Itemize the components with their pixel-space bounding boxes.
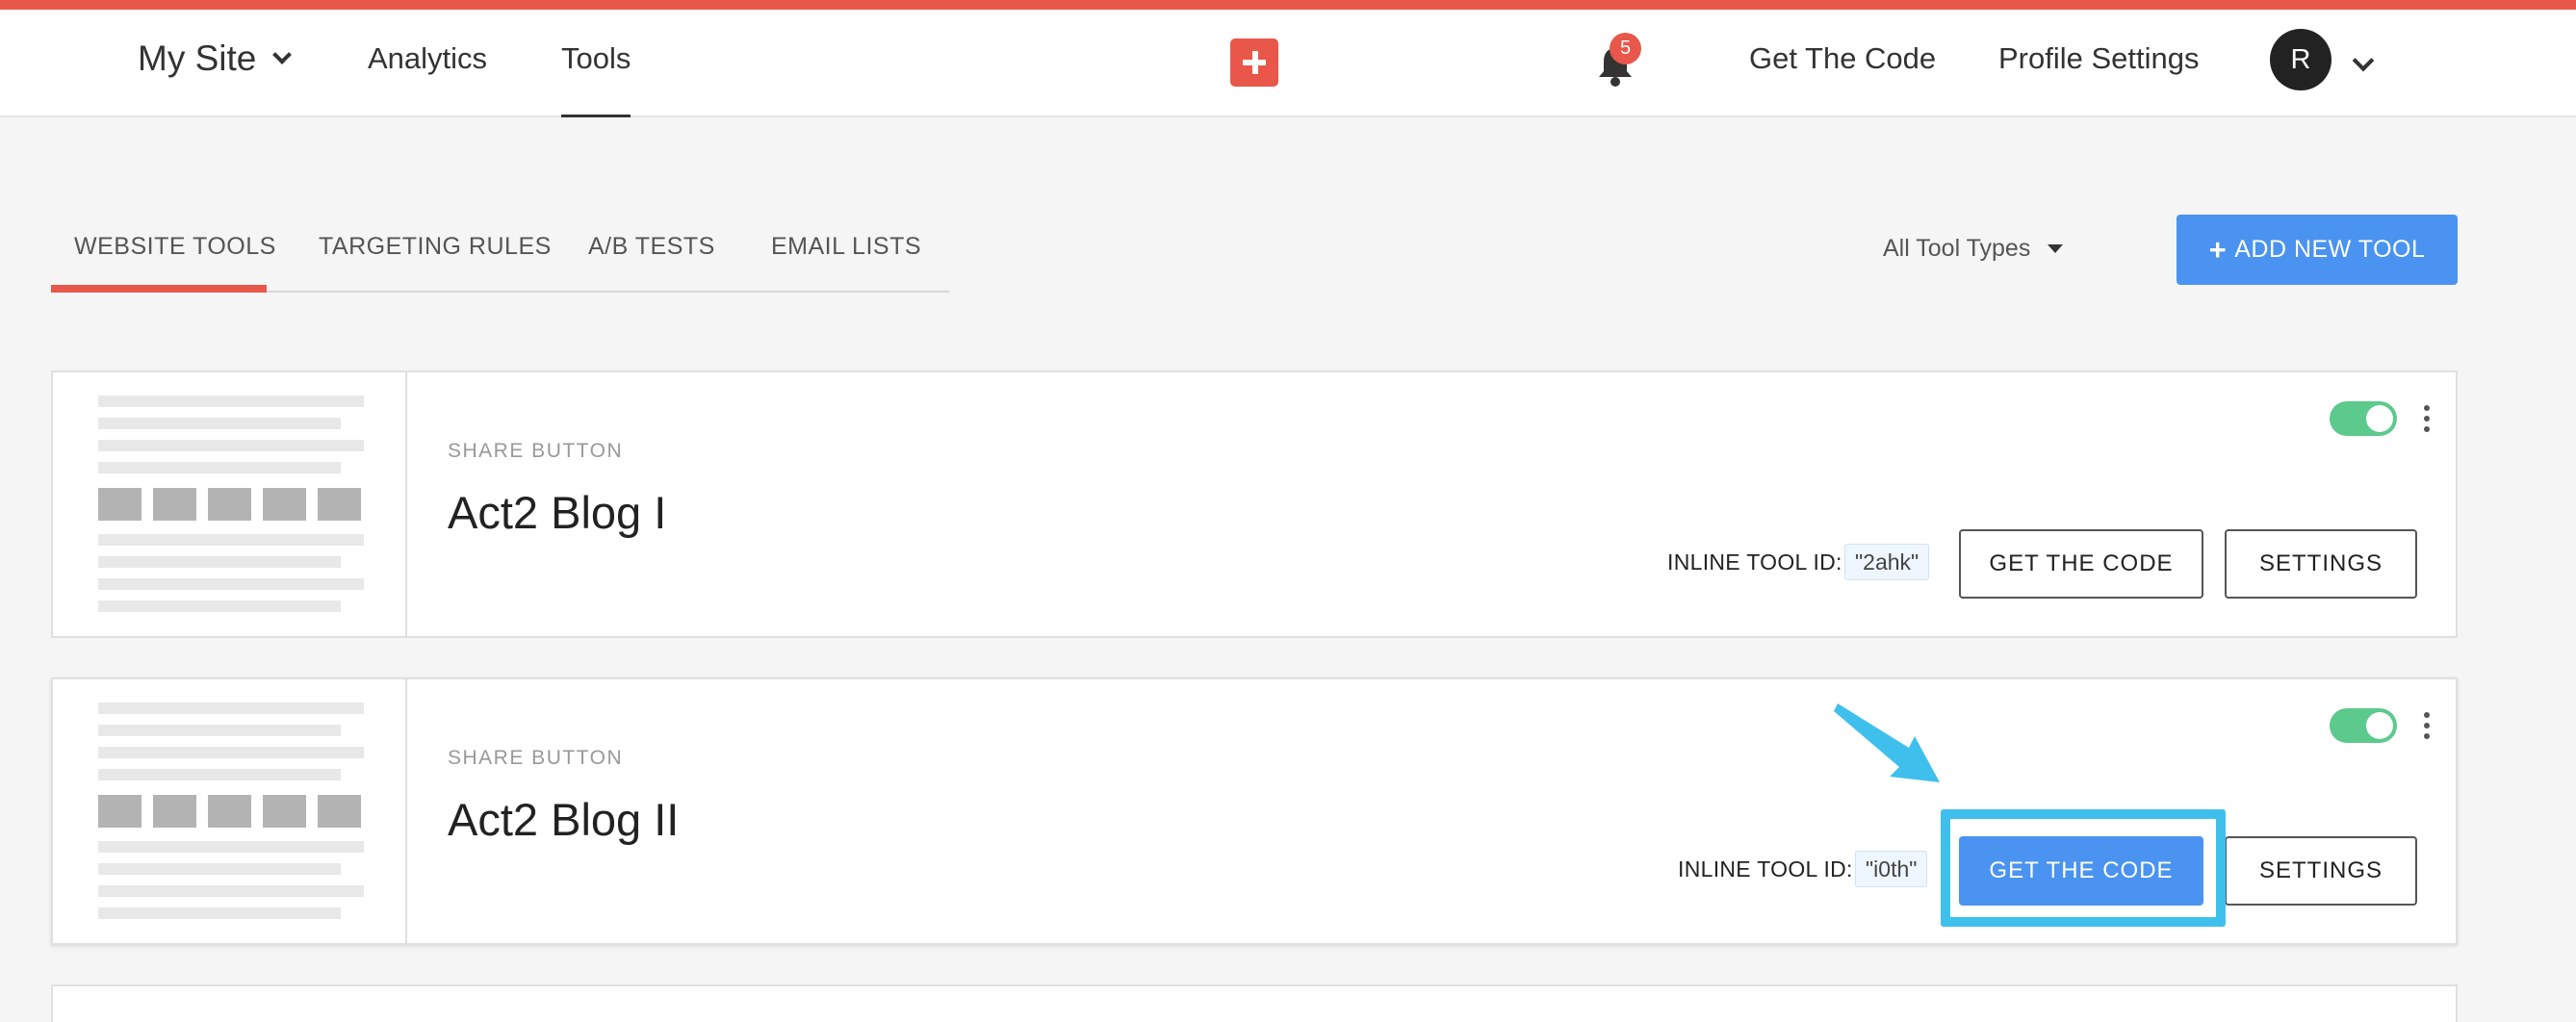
tool-type-filter[interactable]: All Tool Types bbox=[1883, 235, 2064, 263]
thumbnail-line bbox=[98, 885, 364, 897]
top-accent-stripe bbox=[0, 0, 2576, 10]
tool-card: SHARE BUTTON Act2 Blog II INLINE TOOL ID… bbox=[51, 677, 2458, 945]
thumbnail-line bbox=[98, 769, 341, 780]
thumbnail-line bbox=[98, 907, 341, 919]
thumbnail-line bbox=[98, 747, 364, 758]
settings-button[interactable]: SETTINGS bbox=[2225, 529, 2417, 599]
thumbnail-block bbox=[263, 795, 306, 828]
get-the-code-button[interactable]: GET THE CODE bbox=[1959, 529, 2203, 599]
top-navbar: My Site Analytics Tools 5 Get The Code P… bbox=[0, 10, 2576, 117]
tool-type-label: SHARE BUTTON bbox=[448, 747, 624, 769]
thumbnail-line bbox=[98, 440, 364, 451]
thumbnail-line bbox=[98, 418, 341, 429]
thumbnail-block bbox=[98, 488, 142, 521]
tool-type-filter-label: All Tool Types bbox=[1883, 235, 2031, 262]
tool-enabled-toggle[interactable] bbox=[2330, 401, 2397, 436]
nav-link-get-the-code[interactable]: Get The Code bbox=[1749, 41, 1936, 76]
notification-badge: 5 bbox=[1610, 33, 1641, 64]
tool-type-label: SHARE BUTTON bbox=[448, 440, 624, 462]
nav-link-analytics[interactable]: Analytics bbox=[368, 41, 487, 76]
get-the-code-button[interactable]: GET THE CODE bbox=[1959, 836, 2203, 906]
add-new-tool-label: ADD NEW TOOL bbox=[2234, 236, 2426, 263]
thumbnail-block bbox=[153, 795, 196, 828]
tool-thumbnail bbox=[53, 372, 407, 636]
avatar[interactable]: R bbox=[2270, 29, 2331, 90]
thumbnail-line bbox=[98, 725, 341, 736]
inline-tool-id-value: "i0th" bbox=[1855, 851, 1928, 887]
tab-website-tools[interactable]: WEBSITE TOOLS bbox=[74, 233, 276, 261]
thumbnail-line bbox=[98, 600, 341, 612]
inline-tool-id-value: "2ahk" bbox=[1844, 544, 1930, 580]
nav-active-indicator bbox=[561, 115, 631, 117]
caret-down-icon bbox=[2048, 244, 2064, 253]
tab-ab-tests[interactable]: A/B TESTS bbox=[588, 233, 715, 261]
tools-tabs: WEBSITE TOOLS TARGETING RULES A/B TESTS … bbox=[51, 221, 949, 293]
thumbnail-line bbox=[98, 534, 364, 546]
inline-tool-id-label: INLINE TOOL ID: bbox=[1667, 549, 1842, 575]
thumbnail-block bbox=[208, 488, 251, 521]
tab-active-indicator bbox=[51, 285, 267, 293]
plus-icon: + bbox=[2208, 232, 2228, 267]
add-new-tool-button[interactable]: + ADD NEW TOOL bbox=[2177, 215, 2458, 285]
chevron-down-icon bbox=[272, 45, 293, 64]
tool-title: Act2 Blog II bbox=[448, 794, 680, 845]
thumbnail-line bbox=[98, 841, 364, 853]
thumbnail-line bbox=[98, 863, 341, 875]
nav-link-tools[interactable]: Tools bbox=[561, 41, 631, 76]
site-selector[interactable]: My Site bbox=[138, 38, 293, 79]
nav-link-profile-settings[interactable]: Profile Settings bbox=[1998, 41, 2200, 76]
thumbnail-line bbox=[98, 556, 341, 568]
add-plus-button[interactable] bbox=[1230, 38, 1278, 87]
more-options-icon[interactable] bbox=[2423, 405, 2431, 434]
tool-title: Act2 Blog I bbox=[448, 487, 667, 538]
thumbnail-line bbox=[98, 396, 364, 407]
thumbnail-block bbox=[263, 488, 306, 521]
tab-email-lists[interactable]: EMAIL LISTS bbox=[771, 233, 921, 261]
thumbnail-line bbox=[98, 578, 364, 590]
tab-targeting-rules[interactable]: TARGETING RULES bbox=[319, 233, 552, 261]
tool-card: SHARE BUTTON Act2 Blog I INLINE TOOL ID:… bbox=[51, 370, 2458, 638]
site-selector-label: My Site bbox=[138, 38, 257, 78]
tool-thumbnail bbox=[53, 679, 407, 943]
thumbnail-block bbox=[208, 795, 251, 828]
inline-tool-id-label: INLINE TOOL ID: bbox=[1678, 856, 1853, 881]
settings-button[interactable]: SETTINGS bbox=[2225, 836, 2417, 906]
thumbnail-block bbox=[318, 795, 361, 828]
thumbnail-block bbox=[153, 488, 196, 521]
thumbnail-block bbox=[318, 488, 361, 521]
chevron-down-icon[interactable] bbox=[2352, 49, 2375, 72]
thumbnail-line bbox=[98, 462, 341, 473]
tool-card bbox=[51, 984, 2458, 1022]
pointer-arrow-icon bbox=[1834, 703, 1940, 782]
more-options-icon[interactable] bbox=[2423, 712, 2431, 741]
tool-enabled-toggle[interactable] bbox=[2330, 708, 2397, 743]
thumbnail-block bbox=[98, 795, 142, 828]
thumbnail-line bbox=[98, 703, 364, 714]
